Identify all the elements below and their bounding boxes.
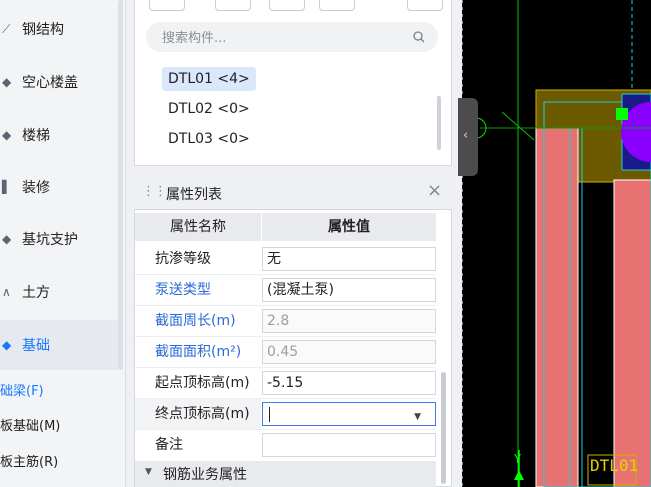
property-name: 终点顶标高(m) (135, 399, 261, 429)
sidebar-item-foundation[interactable]: ◆ 基础 (0, 320, 118, 370)
canvas-component-label: DTL01 (590, 456, 639, 475)
panel-collapse-handle[interactable]: ‹ (458, 98, 478, 176)
property-value-readonly: 0.45 (262, 340, 436, 364)
component-search (146, 22, 438, 52)
sidebar-subitem-raft-foundation[interactable]: 板基础(M) (0, 415, 60, 434)
chevron-down-icon: ▼ (145, 467, 152, 477)
sidebar-item-label: 土方 (22, 285, 50, 301)
property-panel-title: 属性列表 (166, 187, 222, 203)
property-value-readonly: 2.8 (262, 309, 436, 333)
hollow-floor-icon: ◆ (2, 75, 12, 89)
component-list-scrollbar[interactable] (437, 96, 441, 150)
property-panel-scrollbar[interactable] (441, 372, 446, 484)
property-name: 备注 (135, 430, 261, 460)
property-name: 起点顶标高(m) (135, 368, 261, 398)
column-header-value: 属性值 (262, 213, 436, 241)
toolbar-button-new[interactable] (149, 0, 185, 11)
property-name: 截面面积(m²) (135, 337, 261, 367)
close-icon[interactable]: × (427, 182, 442, 200)
property-name: 抗渗等级 (135, 244, 261, 274)
property-group-rebar[interactable]: ▼ 钢筋业务属性 (135, 461, 436, 487)
stairs-icon: ◆ (2, 128, 12, 142)
sidebar-item-steel-structure[interactable]: ⟋ 钢结构 (0, 4, 118, 54)
property-value-field[interactable] (262, 433, 436, 457)
property-value-dropdown[interactable]: ▼ (262, 402, 436, 426)
chevron-down-icon[interactable]: ▼ (414, 406, 421, 428)
property-value-field[interactable]: (混凝土泵) (262, 278, 436, 302)
sidebar-item-label: 基坑支护 (22, 232, 78, 248)
sidebar-subitem-raft-main-rebar[interactable]: 板主筋(R) (0, 451, 58, 470)
toolbar-button-more[interactable] (407, 0, 443, 11)
canvas-axis-label: Y (514, 452, 522, 466)
steel-structure-icon: ⟋ (2, 22, 11, 36)
sidebar-item-label: 楼梯 (22, 128, 50, 144)
left-sidebar: ⟋ 钢结构 ◆ 空心楼盖 ◆ 楼梯 ▌ 装修 ◆ 基坑支护 ∧ 土方 ◆ 基础 … (0, 0, 126, 487)
sidebar-item-label: 空心楼盖 (22, 75, 78, 91)
toolbar-button-delete[interactable] (269, 0, 305, 11)
drawing-canvas[interactable]: DTL01 Y (462, 0, 651, 487)
sidebar-item-stairs[interactable]: ◆ 楼梯 (0, 110, 118, 160)
toolbar-button-copy[interactable] (215, 0, 251, 11)
sidebar-item-pit-support[interactable]: ◆ 基坑支护 (0, 214, 118, 264)
sidebar-scrollbar[interactable] (118, 0, 123, 370)
property-name: 泵送类型 (135, 275, 261, 305)
sidebar-item-earthwork[interactable]: ∧ 土方 (0, 267, 118, 317)
sidebar-subitem-foundation-beam[interactable]: 础梁(F) (0, 380, 44, 399)
component-item-dtl02[interactable]: DTL02 <0> (162, 97, 256, 121)
property-name: 截面周长(m) (135, 306, 261, 336)
earthwork-icon: ∧ (2, 285, 11, 299)
text-caret (269, 407, 270, 422)
property-group-label: 钢筋业务属性 (163, 467, 247, 483)
canvas-drawing (462, 0, 651, 487)
chevron-left-icon: ‹ (463, 128, 469, 143)
decoration-icon: ▌ (2, 180, 12, 194)
component-item-dtl01[interactable]: DTL01 <4> (162, 67, 256, 91)
foundation-icon: ◆ (2, 338, 12, 352)
pit-support-icon: ◆ (2, 232, 12, 246)
sidebar-item-label: 装修 (22, 180, 50, 196)
sidebar-item-label: 基础 (22, 338, 50, 354)
sidebar-item-hollow-floor[interactable]: ◆ 空心楼盖 (0, 57, 118, 107)
property-value-field[interactable]: -5.15 (262, 371, 436, 395)
sidebar-item-label: 钢结构 (22, 22, 64, 38)
drag-handle-icon[interactable]: ⋮⋮ (142, 184, 167, 199)
toolbar-button-layer[interactable] (319, 0, 355, 11)
property-value-field[interactable]: 无 (262, 247, 436, 271)
column-header-name: 属性名称 (135, 213, 261, 241)
component-item-dtl03[interactable]: DTL03 <0> (162, 127, 256, 151)
component-search-input[interactable] (160, 27, 404, 49)
sidebar-item-decoration[interactable]: ▌ 装修 (0, 162, 118, 212)
search-icon[interactable] (412, 30, 426, 44)
